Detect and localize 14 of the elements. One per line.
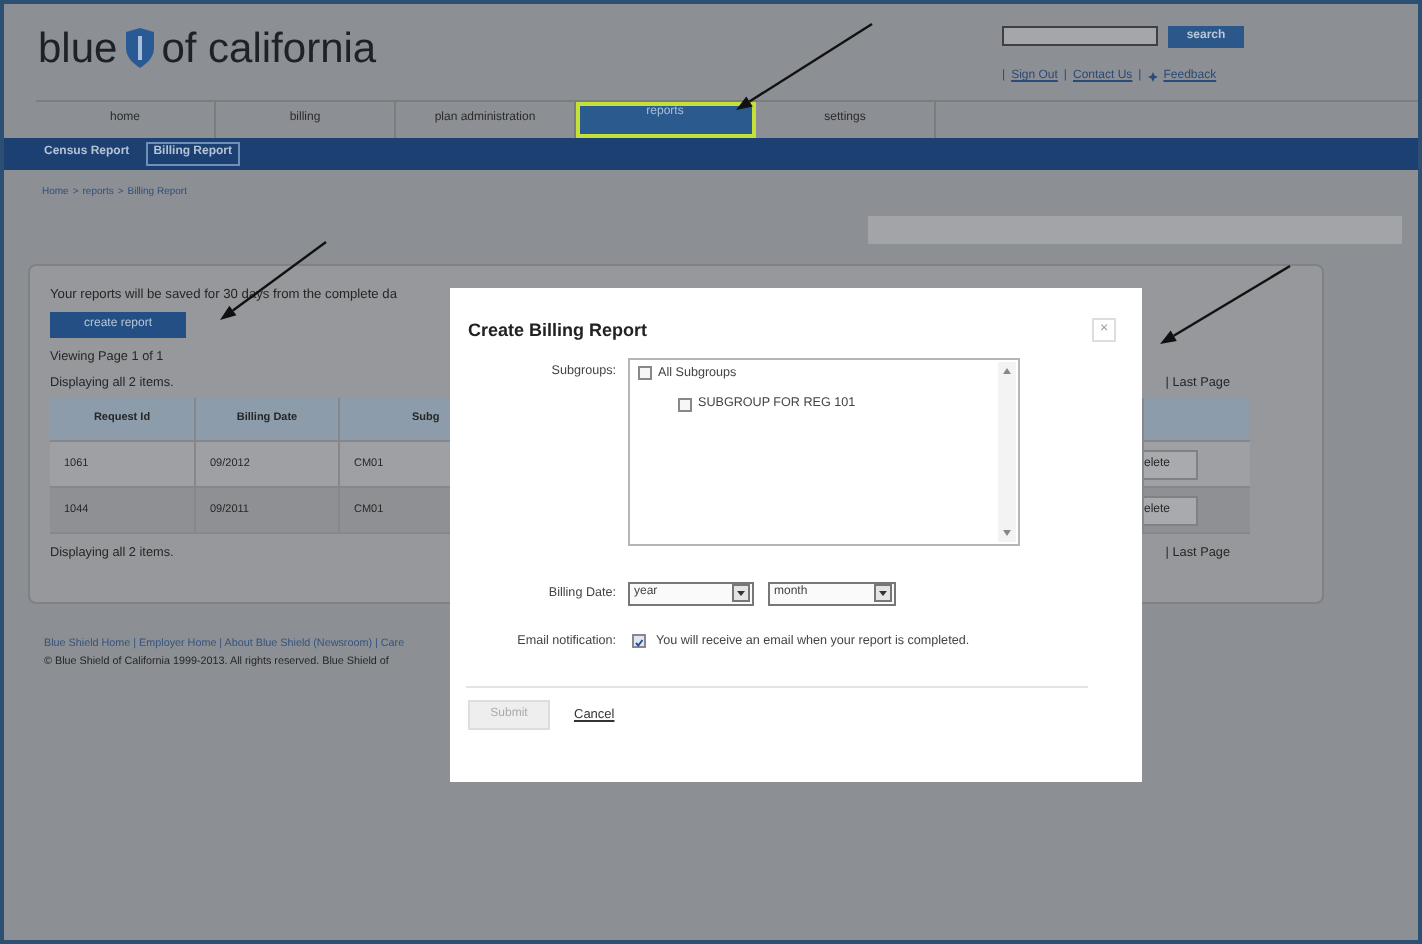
- checkbox[interactable]: [632, 634, 646, 649]
- checkbox[interactable]: [638, 366, 652, 381]
- logo-text: of california: [161, 27, 377, 69]
- dialog-title: Create Billing Report: [468, 320, 648, 342]
- annotation-arrow: [736, 23, 873, 110]
- checkbox[interactable]: [678, 397, 692, 412]
- logo-text: blue: [38, 27, 118, 69]
- search-field[interactable]: [1002, 26, 1158, 46]
- caret-icon: [874, 584, 892, 603]
- caret-icon: [732, 584, 750, 603]
- shield-icon: [121, 26, 158, 70]
- annotation-arrow: [1160, 264, 1291, 344]
- annotation-arrow: [220, 241, 327, 320]
- scrollbar[interactable]: [998, 361, 1016, 542]
